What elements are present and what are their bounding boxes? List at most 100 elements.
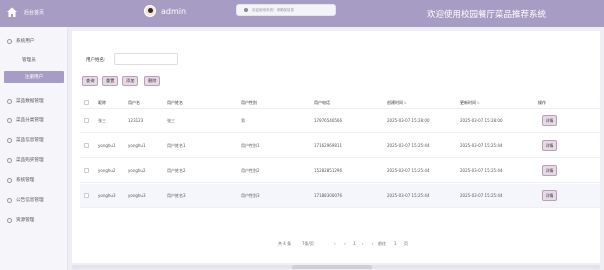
circle-icon [7, 98, 12, 104]
row-checkbox[interactable] [84, 143, 89, 148]
cell-username: yonghu2 [128, 168, 146, 173]
table-row[interactable]: 张三 123123 张三 男 17876546566 2025-03-07 15… [80, 109, 600, 133]
pagination: 共 4 条 7条/页 ‹ ‹ 1 › › 前往 1 页 [72, 239, 600, 249]
col-header-updated[interactable]: 更新时间⇅ [460, 100, 480, 106]
col-header: 用户电话 [314, 100, 330, 105]
cell-real-name: 用户姓名3 [167, 193, 186, 198]
sidebar-item-registered-users[interactable]: 注册用户 [4, 71, 64, 83]
col-header: 操作 [538, 100, 546, 105]
cell-username: 123123 [128, 118, 144, 123]
sidebar-item-label: 菜品信息管理 [16, 138, 44, 143]
table-header: 昵称 用户名 用户姓名 用户性别 用户电话 创建时间⇅ 更新时间⇅ 操作 [80, 95, 600, 109]
detail-button[interactable]: 详情 [542, 190, 557, 201]
current-page[interactable]: 1 [353, 241, 356, 246]
cell-real-name: 用户姓名2 [167, 168, 186, 173]
sidebar-item-notice[interactable]: 公告信息管理 [0, 194, 68, 206]
delete-button[interactable]: 删除 [144, 76, 161, 86]
prev-page-icon[interactable]: ‹ [344, 241, 346, 246]
col-header-created[interactable]: 创建时间⇅ [387, 100, 407, 106]
info-icon [244, 8, 248, 12]
sidebar-item-dish-info[interactable]: 菜品信息管理 [0, 134, 68, 146]
home-icon [7, 38, 12, 44]
cell-created: 2025-03-07 15:25:44 [387, 168, 430, 173]
table-row[interactable]: yonghu3 yonghu3 用户姓名3 用户性别3 17188300076 … [80, 184, 600, 208]
col-header-label: 创建时间 [387, 100, 403, 105]
prev-page-icon[interactable]: ‹ [334, 241, 336, 246]
cell-gender: 用户性别2 [241, 168, 260, 173]
sidebar-item-resources[interactable]: 资源管理 [0, 214, 68, 226]
goto-input[interactable]: 1 [394, 241, 397, 246]
sidebar-item-admin[interactable]: 管理员 [0, 54, 68, 66]
query-button[interactable]: 查询 [82, 76, 99, 86]
sort-icon: ⇅ [404, 101, 407, 105]
list-icon [7, 217, 12, 223]
search-label: 用户姓名: [86, 58, 106, 63]
horizontal-scrollbar[interactable] [72, 265, 600, 269]
reset-button[interactable]: 重置 [102, 76, 119, 86]
cell-nickname: yonghu1 [98, 143, 116, 148]
sidebar-item-label: 管理员 [22, 58, 36, 63]
avatar [144, 5, 156, 17]
sidebar-item-label: 系统管理 [16, 178, 35, 183]
cell-real-name: 用户姓名1 [167, 143, 186, 148]
home-link[interactable]: 后台首页 [6, 6, 44, 18]
next-page-icon[interactable]: › [372, 241, 374, 246]
row-checkbox[interactable] [84, 168, 89, 173]
cell-gender: 用户性别1 [241, 143, 260, 148]
cell-phone: 15282851296 [314, 168, 342, 173]
cell-real-name: 张三 [167, 118, 175, 123]
cell-created: 2025-03-07 15:25:44 [387, 143, 430, 148]
sidebar-item-dish-purchase[interactable]: 菜品购买管理 [0, 154, 68, 166]
col-header: 用户名 [128, 100, 140, 105]
pager-total: 共 4 条 [278, 241, 292, 246]
sort-icon: ⇅ [477, 101, 480, 105]
next-page-icon[interactable]: › [362, 241, 364, 246]
cell-updated: 2025-03-07 15:28:00 [460, 118, 503, 123]
select-all-checkbox[interactable] [84, 100, 89, 105]
sidebar-item-label: 菜品数据管理 [16, 99, 44, 104]
cell-created: 2025-03-07 15:28:00 [387, 118, 430, 123]
home-label: 后台首页 [24, 9, 45, 16]
cell-phone: 17162969811 [314, 143, 342, 148]
cell-nickname: yonghu2 [98, 168, 116, 173]
sidebar-item-dish-data[interactable]: 菜品数据管理 [0, 95, 68, 107]
col-header: 用户姓名 [167, 100, 183, 105]
user-name: admin [161, 6, 187, 16]
row-checkbox[interactable] [84, 118, 89, 123]
content-card: 用户姓名: 查询 重置 添加 删除 昵称 用户名 用户姓名 用户性别 用户电话 … [72, 31, 600, 263]
circle-icon [7, 137, 12, 143]
col-header: 用户性别 [241, 100, 257, 105]
notice-text: 欢迎使用系统！请确保信息 [252, 7, 294, 12]
detail-button[interactable]: 详情 [542, 115, 557, 126]
cell-gender: 用户性别3 [241, 193, 260, 198]
cell-nickname: yonghu3 [98, 193, 116, 198]
table-row[interactable]: yonghu2 yonghu2 用户姓名2 用户性别2 15282851296 … [80, 159, 600, 183]
sidebar-item-label: 注册用户 [24, 75, 44, 80]
circle-icon [7, 117, 12, 123]
sidebar-item-label: 系统用户 [16, 39, 35, 44]
row-checkbox[interactable] [84, 193, 89, 198]
cell-updated: 2025-03-07 15:25:44 [460, 143, 503, 148]
detail-button[interactable]: 详情 [542, 165, 557, 176]
sidebar-item-system[interactable]: 系统管理 [0, 174, 68, 186]
col-header: 昵称 [98, 100, 106, 105]
cell-username: yonghu3 [128, 193, 146, 198]
page-size-select[interactable]: 7条/页 [302, 241, 314, 247]
sidebar-item-label: 菜品分类管理 [16, 118, 44, 123]
scrollbar-thumb[interactable] [292, 265, 372, 269]
table-row[interactable]: yonghu1 yonghu1 用户姓名1 用户性别1 17162969811 … [80, 134, 600, 158]
sidebar-item-dish-category[interactable]: 菜品分类管理 [0, 114, 68, 126]
goto-suffix: 页 [404, 241, 408, 246]
detail-button[interactable]: 详情 [542, 140, 557, 151]
goto-label: 前往 [378, 241, 386, 246]
sidebar-item-label: 菜品购买管理 [16, 158, 44, 163]
home-icon [7, 7, 17, 17]
cell-gender: 男 [241, 118, 245, 123]
user-menu[interactable]: admin [144, 5, 186, 17]
sidebar-item-system-users[interactable]: 系统用户 [0, 35, 68, 47]
add-button[interactable]: 添加 [122, 76, 139, 86]
cell-nickname: 张三 [98, 118, 106, 123]
search-input[interactable] [114, 53, 178, 65]
gear-icon [7, 177, 12, 183]
sidebar: 系统用户 管理员 注册用户 菜品数据管理 菜品分类管理 菜品信息管理 菜品购买管… [0, 27, 68, 270]
